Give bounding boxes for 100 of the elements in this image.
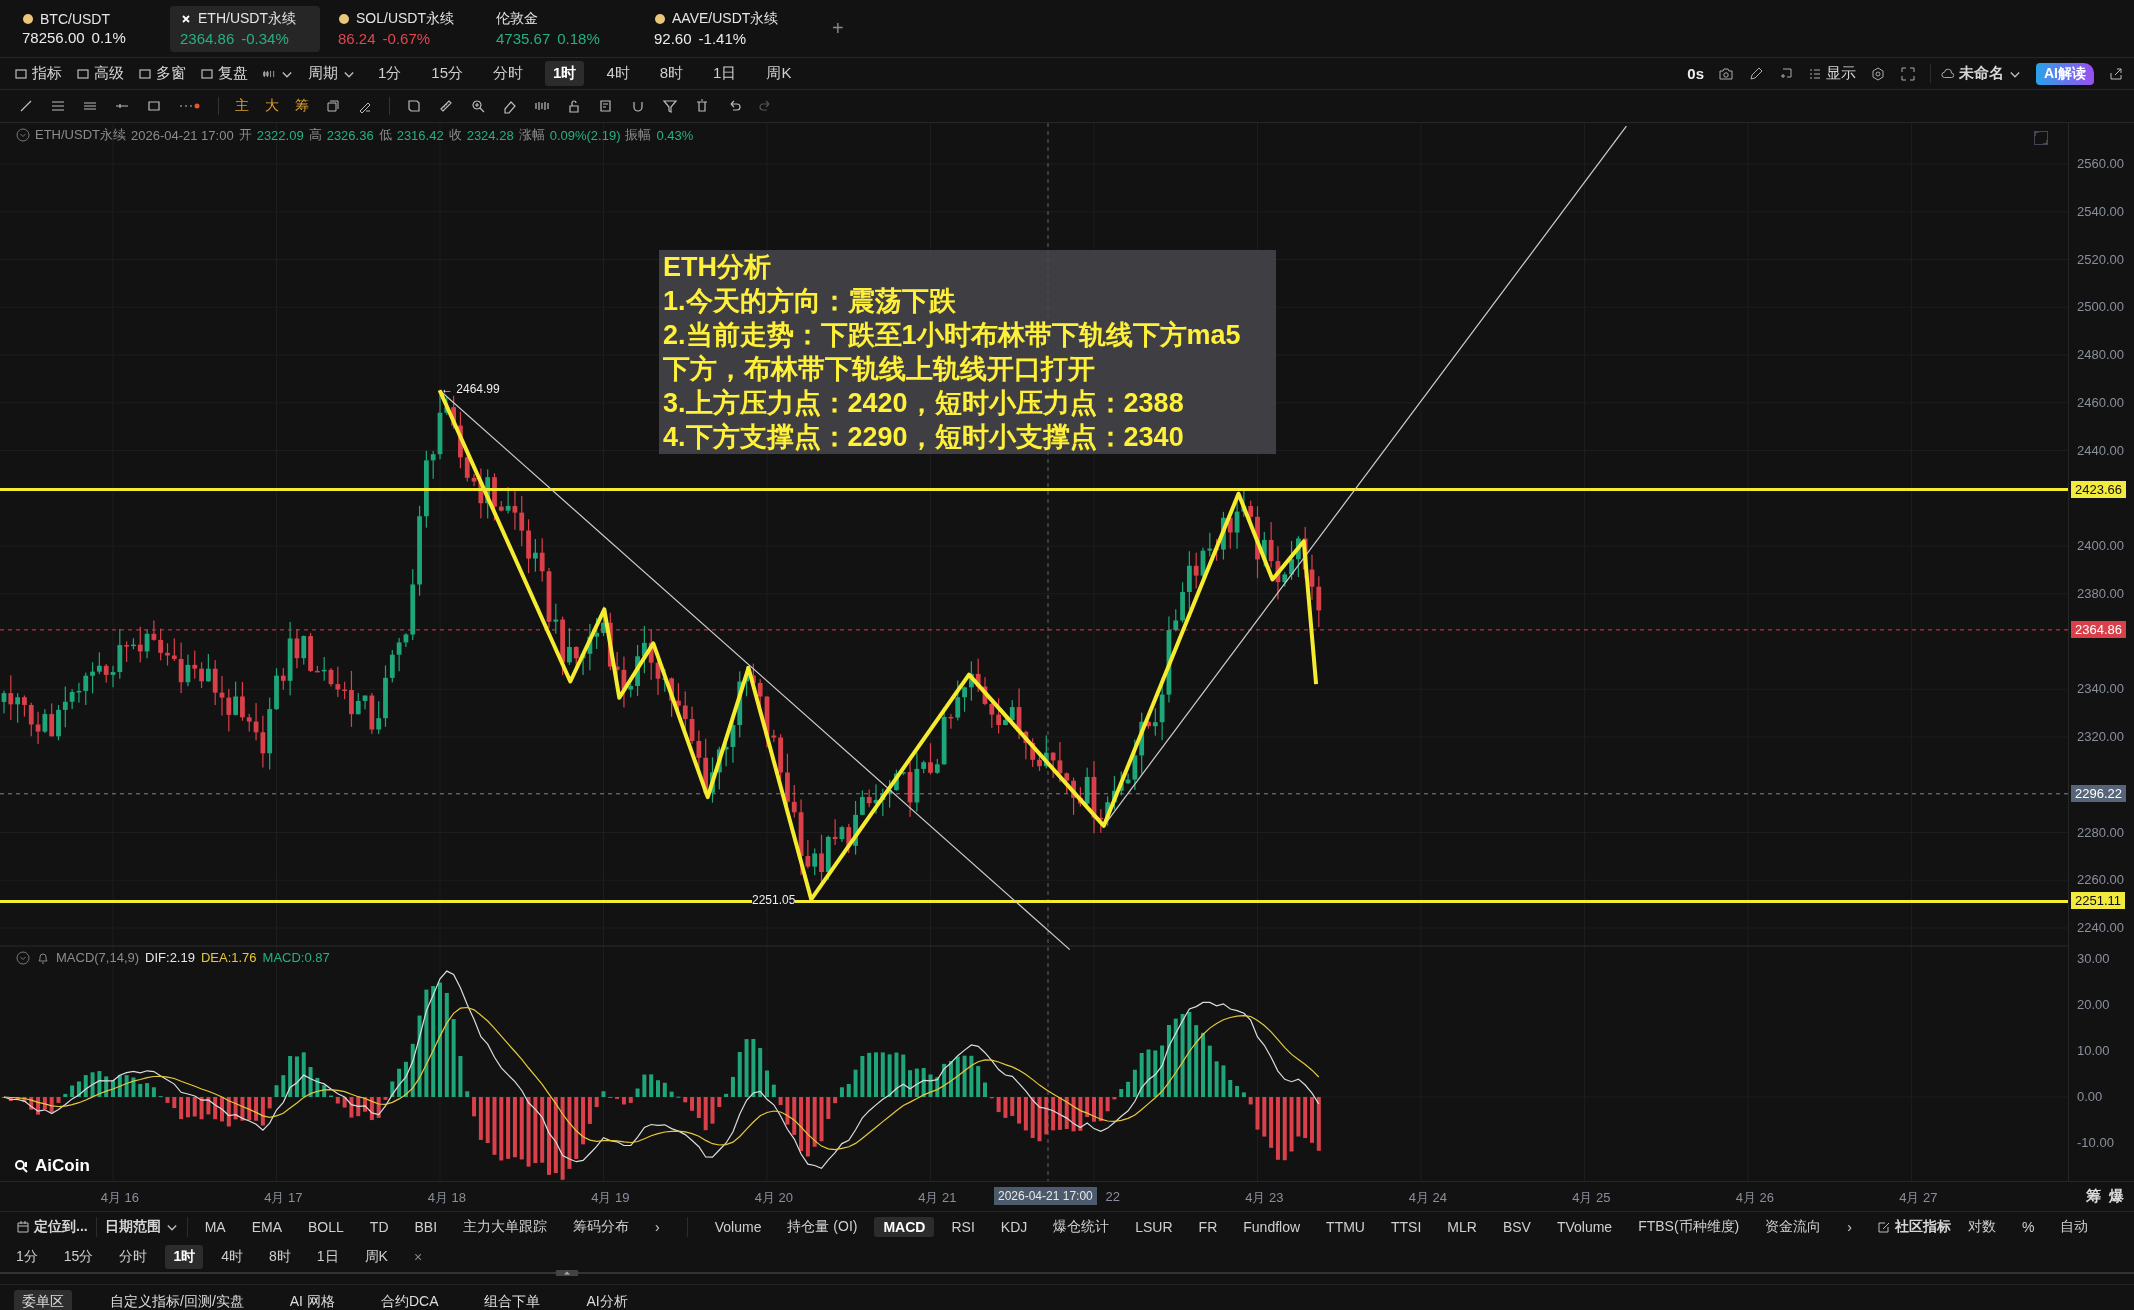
indicator-tab[interactable]: MACD — [874, 1217, 935, 1237]
indicator-tab[interactable]: 资金流向 — [1756, 1216, 1831, 1238]
indicator-tab[interactable]: RSI — [942, 1217, 984, 1237]
indicator-tab[interactable]: Volume — [705, 1217, 771, 1237]
interval-tab[interactable]: 周K — [758, 61, 800, 86]
interval-tab[interactable]: 15分 — [55, 1245, 102, 1269]
ai-button[interactable]: AI解读 — [2036, 62, 2094, 85]
toolbar-button[interactable]: 高级 — [76, 64, 124, 83]
interval-tab[interactable]: 分时 — [485, 61, 532, 86]
high-price-label: ← 2464.99 — [441, 381, 500, 396]
toolbar-button[interactable]: 指标 — [14, 64, 62, 83]
interval-tab[interactable]: 1日 — [705, 61, 745, 86]
locate-button[interactable]: 定位到... — [16, 1218, 88, 1236]
axis-corner-button[interactable]: 爆 — [2109, 1187, 2124, 1206]
indicator-tab[interactable]: 爆仓统计 — [1044, 1216, 1119, 1238]
rectangle-icon[interactable] — [146, 98, 162, 114]
dif-value: DIF:2.19 — [145, 950, 195, 965]
interval-tab[interactable]: 分时 — [111, 1245, 156, 1269]
interval-tab[interactable]: 4时 — [213, 1245, 251, 1269]
share-icon[interactable] — [2108, 65, 2124, 82]
toolbar-button[interactable]: 多窗 — [138, 64, 186, 83]
layout-dropdown[interactable]: 未命名 — [1930, 64, 2022, 83]
indicator-tab[interactable]: TD — [360, 1217, 398, 1237]
settings-icon[interactable] — [1870, 65, 1886, 82]
note-icon[interactable] — [598, 98, 614, 114]
indicator-tab[interactable]: TVolume — [1547, 1217, 1622, 1237]
period-dropdown[interactable]: 周期 — [308, 64, 356, 83]
footer-tab[interactable]: 委单区 — [14, 1290, 72, 1310]
community-button[interactable]: 社区指标 — [1876, 1218, 1951, 1236]
indicator-tab[interactable]: Fundflow — [1234, 1217, 1310, 1237]
copy-icon[interactable] — [325, 98, 341, 114]
date-axis-label: 4月 23 — [1245, 1189, 1284, 1207]
indicator-tab[interactable]: MLR — [1438, 1217, 1486, 1237]
shortcut-button[interactable]: 大 — [265, 97, 279, 115]
footer-tab[interactable]: 组合下单 — [476, 1290, 549, 1310]
footer-tab[interactable]: AI分析 — [578, 1290, 636, 1310]
ticker-tab[interactable]: BTC/USDT 78256.00 0.1% — [12, 5, 162, 52]
indicator-tab[interactable]: EMA — [242, 1217, 291, 1237]
shortcut-button[interactable]: 主 — [235, 97, 249, 115]
indicator-tab[interactable]: BOLL — [299, 1217, 353, 1237]
price-tag: 2296.22 — [2071, 784, 2126, 802]
pencil-icon[interactable] — [1748, 65, 1764, 82]
interval-tab[interactable]: 周K — [356, 1245, 396, 1269]
filter-icon[interactable] — [662, 98, 678, 114]
indicator-tab[interactable]: TTMU — [1317, 1217, 1374, 1237]
fullscreen-icon[interactable] — [1900, 65, 1916, 82]
footer-tab[interactable]: 合约DCA — [372, 1290, 447, 1310]
axis-corner-button[interactable]: 筹 — [2086, 1187, 2101, 1206]
indicator-tab[interactable]: LSUR — [1126, 1217, 1182, 1237]
interval-tab[interactable]: 1分 — [8, 1245, 46, 1269]
indicator-tab[interactable]: 主力大单跟踪 — [454, 1216, 557, 1238]
indicator-tab[interactable]: MA — [195, 1217, 235, 1237]
ticker-tab[interactable]: 伦敦金 4735.67 0.18% — [486, 5, 636, 52]
indicator-tab[interactable]: BBI — [405, 1217, 447, 1237]
ticker-tab[interactable]: AAVE/USDT永续 92.60 -1.41% — [644, 5, 794, 52]
add-tab-button[interactable]: + — [832, 17, 844, 40]
ruler-icon[interactable] — [438, 98, 454, 114]
zoom-in-icon[interactable] — [470, 98, 486, 114]
camera-icon[interactable] — [1718, 65, 1734, 82]
more-button[interactable]: › — [646, 1217, 669, 1237]
interval-tab[interactable]: 4时 — [598, 61, 638, 86]
interval-tab[interactable]: 8时 — [651, 61, 692, 86]
interval-tab[interactable]: 1时 — [545, 61, 585, 86]
footer-tab[interactable]: AI 网格 — [281, 1290, 343, 1310]
close-button[interactable]: × — [405, 1246, 431, 1268]
ticker-tab[interactable]: ETH/USDT永续 2364.86 -0.34% — [170, 5, 320, 52]
indicator-tab[interactable]: BSV — [1493, 1217, 1540, 1237]
display-button[interactable]: 显示 — [1808, 64, 1856, 83]
indicator-tab[interactable]: 持仓量 (OI) — [778, 1216, 867, 1238]
indicator-tab[interactable]: FTBS(币种维度) — [1629, 1216, 1749, 1238]
collapse-icon[interactable] — [16, 950, 30, 965]
footer-tab[interactable]: 自定义指标/回测/实盘 — [102, 1290, 252, 1310]
ticker-tab[interactable]: SOL/USDT永续 86.24 -0.67% — [328, 5, 478, 52]
close-icon[interactable] — [180, 13, 192, 25]
indicator-tab[interactable]: 筹码分布 — [564, 1216, 639, 1238]
interval-tab[interactable]: 1时 — [165, 1245, 204, 1269]
indicator-tab[interactable]: TTSI — [1382, 1217, 1431, 1237]
interval-tab[interactable]: 1分 — [370, 61, 410, 86]
axis-option-button[interactable]: % — [2012, 1217, 2044, 1237]
line-tool-icon[interactable] — [18, 98, 34, 114]
more-button[interactable]: › — [1838, 1217, 1861, 1237]
info-value: 0.09%(2.19) — [549, 127, 621, 143]
interval-tab[interactable]: 8时 — [260, 1245, 299, 1269]
text-tag-icon[interactable] — [406, 98, 422, 114]
shortcut-button[interactable]: 筹 — [295, 97, 309, 115]
price-axis-label: 2500.00 — [2077, 299, 2124, 315]
square-icon — [14, 66, 28, 81]
interval-tab[interactable]: 15分 — [423, 61, 472, 86]
bell-icon[interactable] — [36, 950, 50, 965]
collapse-icon[interactable] — [16, 128, 30, 142]
toolbar-button[interactable]: 复盘 — [200, 64, 248, 83]
trash-icon[interactable] — [694, 98, 710, 114]
lock-icon[interactable] — [566, 98, 582, 114]
indicator-tab[interactable]: KDJ — [991, 1217, 1037, 1237]
parallel-lines-icon[interactable] — [50, 98, 66, 114]
indicator-tab[interactable]: FR — [1189, 1217, 1227, 1237]
axis-option-button[interactable]: 自动 — [2051, 1216, 2098, 1238]
axis-option-button[interactable]: 对数 — [1958, 1216, 2005, 1238]
date-range-dropdown[interactable]: 日期范围 — [104, 1218, 179, 1236]
interval-tab[interactable]: 1日 — [308, 1245, 347, 1269]
